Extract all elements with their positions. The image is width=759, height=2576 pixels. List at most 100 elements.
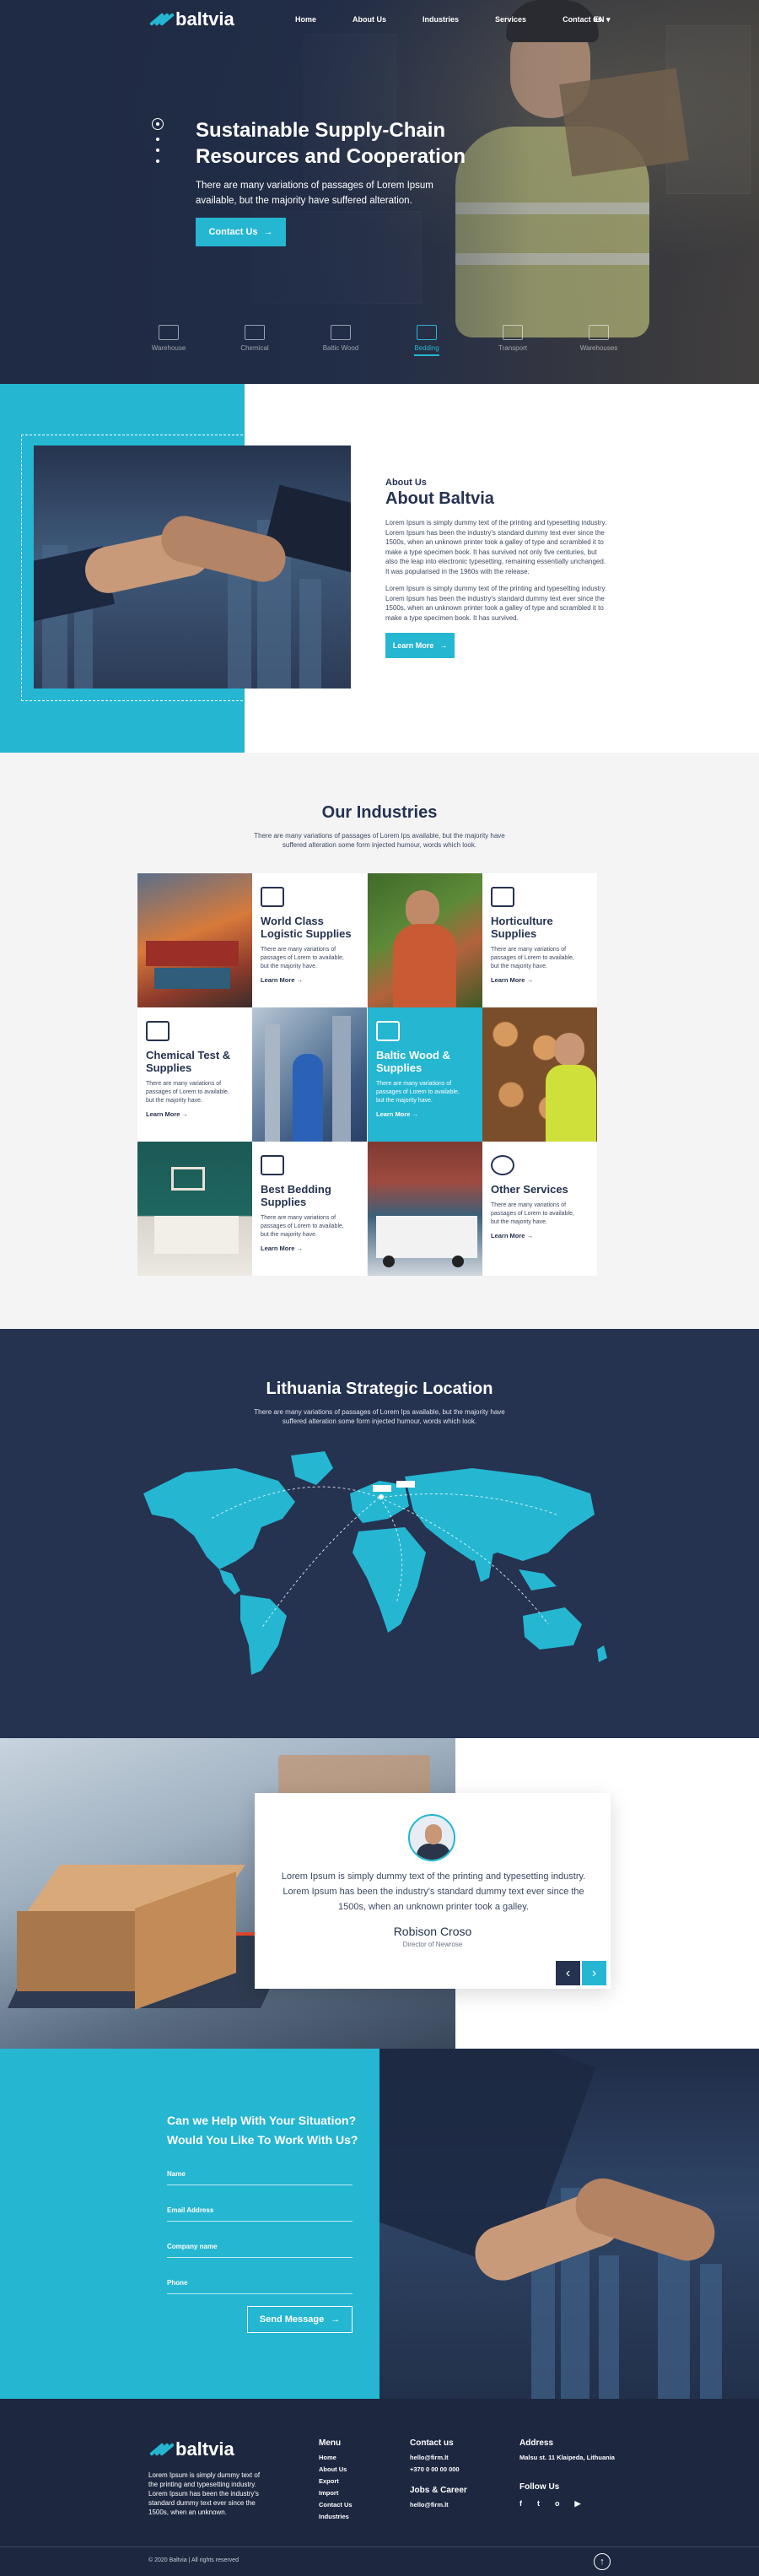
social-links: f t o ▶ [519,2499,580,2508]
timber-photo [482,1007,597,1142]
bedding-photo [137,1142,252,1276]
wood-icon [331,325,351,340]
footer-link-industries[interactable]: Industries [319,2511,353,2523]
name-field[interactable]: Name [167,2165,353,2185]
logo-text: baltvia [175,8,234,30]
card-title: Horticulture Supplies [491,915,553,940]
nav-links: Home About Us Industries Services Contac… [295,15,638,24]
industry-card-chemical[interactable]: Chemical Test & Supplies There are many … [137,1007,252,1142]
footer-link-contact[interactable]: Contact Us [319,2499,353,2511]
footer-jobs-email[interactable]: hello@firm.lt [410,2499,449,2511]
slider-dot-active[interactable] [152,118,164,130]
hero-contact-button[interactable]: Contact Us → [196,218,286,246]
category-baltic-wood[interactable]: Baltic Wood [311,325,370,367]
card-text: There are many variations of passages of… [376,1081,460,1104]
australia [523,1607,582,1650]
industry-card-baltic-wood[interactable]: Baltic Wood & Supplies There are many va… [368,1007,482,1142]
company-field[interactable]: Company name [167,2238,353,2258]
language-selector[interactable]: EN ▾ [594,15,611,24]
slider-dot[interactable] [156,159,159,163]
testimonial-name: Robison Croso [393,1925,472,1938]
logistics-icon [261,887,284,907]
flask-icon [146,1021,170,1041]
new-zealand [597,1645,607,1662]
industry-card-other-services[interactable]: Other Services There are many variations… [482,1142,597,1276]
central-america [219,1569,240,1595]
asia [405,1468,595,1561]
contact-title-line: Would You Like To Work With Us? [167,2133,358,2147]
about-button-label: Learn More [392,641,434,650]
nav-services[interactable]: Services [495,15,526,24]
about-learn-more-button[interactable]: Learn More → [385,633,455,658]
footer-jobs-title: Jobs & Career [410,2486,467,2495]
hero-contact-button-label: Contact Us [208,227,258,237]
card-text: There are many variations of passages of… [146,1081,229,1104]
category-label: Bedding [414,344,439,356]
learn-more-link[interactable]: Learn More → [261,976,367,984]
logo-mark-icon [148,10,175,29]
category-chemical[interactable]: Chemical [225,325,284,367]
industry-card-bedding[interactable]: Best Bedding Supplies There are many var… [252,1142,367,1276]
industries-title: Our Industries [321,803,438,822]
contact-title-line: Can we Help With Your Situation? [167,2114,357,2127]
warehouses-icon [589,325,609,340]
twitter-icon[interactable]: t [537,2499,540,2508]
nav-industries[interactable]: Industries [423,15,459,24]
send-message-button[interactable]: Send Message → [247,2306,353,2333]
industries-grid: World Class Logistic Supplies There are … [137,873,598,1276]
footer-email[interactable]: hello@firm.lt [410,2452,449,2464]
map-pin [379,1494,384,1499]
house-icon [376,1021,400,1041]
learn-more-link[interactable]: Learn More → [491,1232,597,1239]
industry-card-logistics[interactable]: World Class Logistic Supplies There are … [252,873,367,1007]
slider-dot[interactable] [156,138,159,141]
arrow-right-icon: → [331,2314,341,2325]
learn-more-link[interactable]: Learn More → [146,1110,252,1118]
testimonial-quote: Lorem Ipsum is simply dummy text of the … [281,1871,586,1912]
footer-phone: +370 0 00 00 000 [410,2465,460,2473]
youtube-icon[interactable]: ▶ [575,2499,581,2508]
category-warehouses[interactable]: Warehouses [569,325,628,367]
footer-link-import[interactable]: Import [319,2487,353,2499]
facebook-icon[interactable]: f [519,2499,522,2508]
contact-handshake-image [380,2049,759,2399]
africa [353,1527,426,1633]
category-transport[interactable]: Transport [483,325,542,367]
email-field[interactable]: Email Address [167,2201,353,2222]
learn-more-link[interactable]: Learn More → [261,1245,367,1252]
industry-card-horticulture[interactable]: Horticulture Supplies There are many var… [482,873,597,1007]
card-text: There are many variations of passages of… [261,1215,344,1238]
card-text: There are many variations of passages of… [261,947,344,969]
learn-more-link[interactable]: Learn More → [376,1110,482,1118]
instagram-icon[interactable]: o [555,2499,560,2508]
nav-about-us[interactable]: About Us [353,15,386,24]
category-label: Baltic Wood [322,344,359,352]
learn-more-link[interactable]: Learn More → [491,976,597,984]
warehouse-icon [159,325,179,340]
about-paragraph: Lorem Ipsum is simply dummy text of the … [385,519,607,575]
footer-link-home[interactable]: Home [319,2452,353,2464]
slider-dot[interactable] [156,149,159,152]
contact-title: Can we Help With Your Situation? Would Y… [167,2111,369,2150]
footer-address-title: Address [519,2438,554,2448]
category-label: Transport [498,344,527,352]
phone-field[interactable]: Phone [167,2274,353,2294]
map-pin-label [373,1485,391,1492]
industries-subtitle: There are many variations of passages of… [254,832,505,849]
nav-home[interactable]: Home [295,15,316,24]
category-bedding[interactable]: Bedding [397,325,456,367]
footer-menu-title: Menu [319,2438,342,2448]
category-warehouse[interactable]: Warehouse [139,325,198,367]
chemical-icon [245,325,265,340]
south-america [240,1595,287,1675]
footer-logo[interactable]: baltvia [148,2438,234,2460]
scroll-to-top-button[interactable]: ↑ [594,2553,611,2570]
footer-link-about[interactable]: About Us [319,2464,353,2476]
testimonial-next-button[interactable]: › [582,1961,606,1985]
footer-contact-title: Contact us [410,2438,454,2448]
card-text: There are many variations of passages of… [491,947,574,969]
logo[interactable]: baltvia [148,8,234,30]
testimonial-prev-button[interactable]: ‹ [556,1961,580,1985]
footer-link-export[interactable]: Export [319,2476,353,2487]
card-title: Best Bedding Supplies [261,1183,331,1208]
